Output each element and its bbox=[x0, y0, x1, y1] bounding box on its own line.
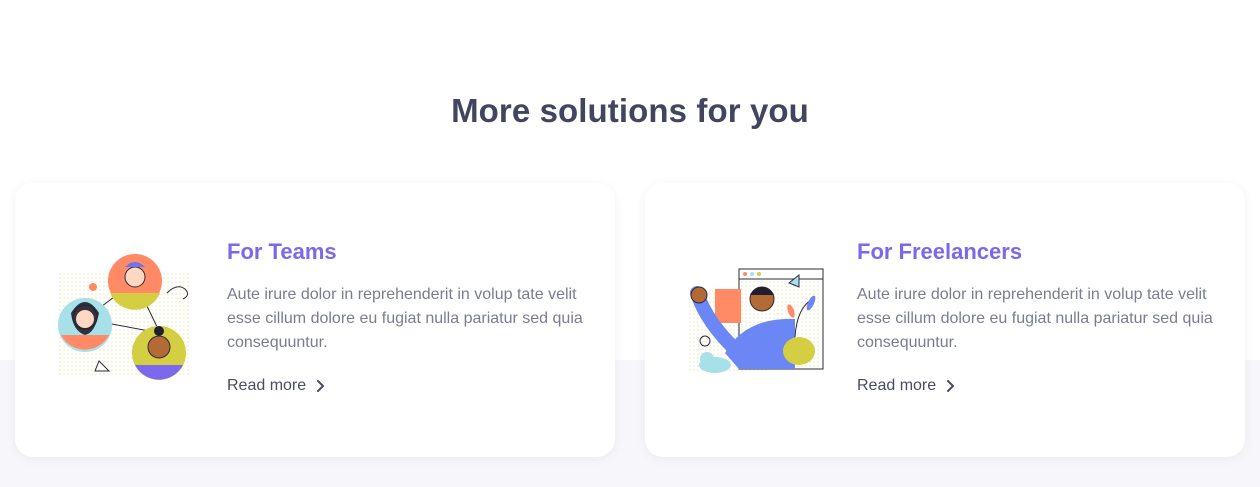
solution-card-teams: For Teams Aute irure dolor in reprehende… bbox=[15, 183, 615, 457]
read-more-link-freelancers[interactable]: Read more bbox=[857, 377, 956, 395]
section-title: More solutions for you bbox=[451, 92, 809, 129]
card-title: For Freelancers bbox=[857, 239, 1023, 264]
chevron-right-icon bbox=[947, 380, 955, 392]
card-description: Aute irure dolor in reprehenderit in vol… bbox=[227, 286, 583, 351]
read-more-label: Read more bbox=[857, 377, 937, 394]
team-people-illustration bbox=[57, 254, 191, 380]
read-more-label: Read more bbox=[227, 377, 307, 394]
card-description: Aute irure dolor in reprehenderit in vol… bbox=[857, 286, 1213, 351]
solution-card-freelancers: For Freelancers Aute irure dolor in repr… bbox=[645, 183, 1245, 457]
freelancer-waving-illustration bbox=[687, 268, 824, 373]
read-more-link-teams[interactable]: Read more bbox=[227, 377, 326, 395]
card-title: For Teams bbox=[227, 239, 337, 264]
chevron-right-icon bbox=[317, 380, 325, 392]
